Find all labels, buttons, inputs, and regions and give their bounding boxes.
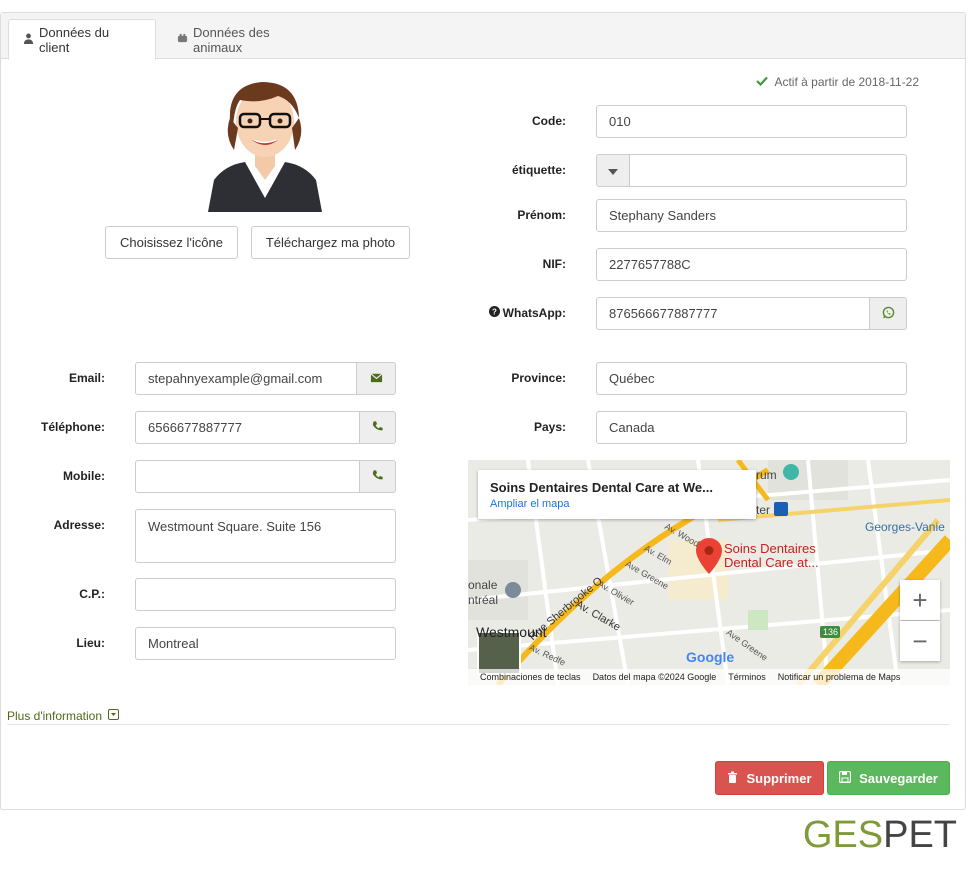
code-input[interactable]: 010	[596, 105, 907, 138]
svg-text:?: ?	[492, 308, 497, 317]
country-input[interactable]: Canada	[596, 411, 907, 444]
map-report-link[interactable]: Notificar un problema de Maps	[778, 672, 901, 682]
province-label: Province:	[511, 371, 566, 385]
tab-bar: Données du client Données des animaux	[1, 13, 965, 60]
email-input[interactable]: stepahnyexample@gmail.com	[135, 362, 357, 395]
country-label: Pays:	[533, 420, 566, 434]
avatar	[200, 70, 330, 212]
google-map[interactable]: Rue Sherbrooke O Av. Clarke Av. Olivier …	[468, 460, 950, 685]
first-name-label: Prénom:	[517, 208, 566, 222]
route-badge: 136	[823, 627, 839, 637]
check-icon	[756, 75, 769, 89]
whatsapp-icon	[882, 306, 895, 322]
street-label: ter	[756, 503, 771, 517]
google-logo: Google	[686, 649, 735, 665]
city-input[interactable]: Montreal	[135, 627, 396, 660]
map-shortcuts-link[interactable]: Combinaciones de teclas	[480, 672, 581, 682]
paw-icon	[177, 32, 188, 47]
caret-square-down-icon	[108, 709, 120, 723]
postal-code-input[interactable]	[135, 578, 396, 611]
whatsapp-label-wrap: ? WhatsApp:	[470, 306, 566, 320]
divider	[7, 724, 950, 725]
map-terms-link[interactable]: Términos	[728, 672, 766, 682]
upload-photo-button[interactable]: Téléchargez ma photo	[251, 226, 410, 259]
map-zoom-in-button[interactable]: +	[900, 580, 940, 620]
trash-icon	[727, 771, 738, 786]
first-name-input[interactable]: Stephany Sanders	[596, 199, 907, 232]
map-data-text: Datos del mapa ©2024 Google	[592, 672, 717, 682]
phone-icon	[371, 469, 384, 485]
postal-code-label: C.P.:	[79, 587, 105, 601]
mobile-input[interactable]	[135, 460, 360, 493]
tag-label: étiquette:	[512, 163, 566, 177]
nif-input[interactable]: 2277657788C	[596, 248, 907, 281]
user-icon	[23, 32, 34, 47]
address-textarea[interactable]: Westmount Square. Suite 156	[135, 509, 396, 563]
call-phone-button[interactable]	[359, 411, 396, 444]
marker-label: Soins Dentaires Dental Care at...	[724, 541, 819, 570]
map-place-card: Soins Dentaires Dental Care at We... Amp…	[478, 470, 756, 519]
city-label: Lieu:	[76, 636, 105, 650]
map-footer: Combinaciones de teclas Datos del mapa ©…	[468, 669, 950, 685]
map-pin-icon[interactable]	[696, 538, 722, 577]
tab-animals-data[interactable]: Données des animaux	[163, 19, 328, 60]
street-label: Georges-Vanie	[865, 520, 945, 534]
phone-label: Téléphone:	[40, 420, 105, 434]
whatsapp-input[interactable]: 876566677887777	[596, 297, 870, 330]
phone-icon	[371, 420, 384, 436]
whatsapp-label: WhatsApp:	[502, 306, 566, 320]
envelope-icon	[370, 371, 383, 387]
nif-label: NIF:	[542, 257, 566, 271]
map-enlarge-link[interactable]: Ampliar el mapa	[490, 498, 744, 510]
call-mobile-button[interactable]	[359, 460, 396, 493]
address-label: Adresse:	[53, 518, 105, 532]
street-label: rum	[756, 468, 777, 482]
more-info-toggle[interactable]: Plus d'information	[7, 709, 120, 723]
tag-input[interactable]	[629, 154, 907, 187]
caret-down-icon	[608, 163, 618, 178]
street-label: onale	[468, 578, 498, 592]
choose-icon-button[interactable]: Choisissez l'icône	[105, 226, 238, 259]
floppy-disk-icon	[838, 770, 852, 786]
send-email-button[interactable]	[356, 362, 396, 395]
delete-button[interactable]: Supprimer	[715, 761, 824, 795]
map-zoom-out-button[interactable]: −	[900, 621, 940, 661]
tab-label: Données du client	[39, 24, 110, 55]
tab-client-data[interactable]: Données du client	[8, 19, 156, 60]
mobile-label: Mobile:	[63, 469, 105, 483]
whatsapp-button[interactable]	[869, 297, 907, 330]
map-place-title: Soins Dentaires Dental Care at We...	[490, 480, 713, 495]
active-status: Actif à partir de 2018-11-22	[756, 75, 919, 89]
province-input[interactable]: Québec	[596, 362, 907, 395]
street-label: ntréal	[468, 593, 499, 607]
tab-label: Données des animaux	[193, 24, 270, 55]
tag-dropdown-toggle[interactable]	[596, 154, 630, 187]
save-button[interactable]: Sauvegarder	[827, 761, 950, 795]
gespet-logo: GESPET	[802, 814, 957, 856]
phone-input[interactable]: 6566677887777	[135, 411, 360, 444]
code-label: Code:	[532, 114, 566, 128]
question-circle-icon[interactable]: ?	[488, 306, 500, 320]
street-label: Westmount	[476, 624, 547, 640]
email-label: Email:	[68, 371, 105, 385]
